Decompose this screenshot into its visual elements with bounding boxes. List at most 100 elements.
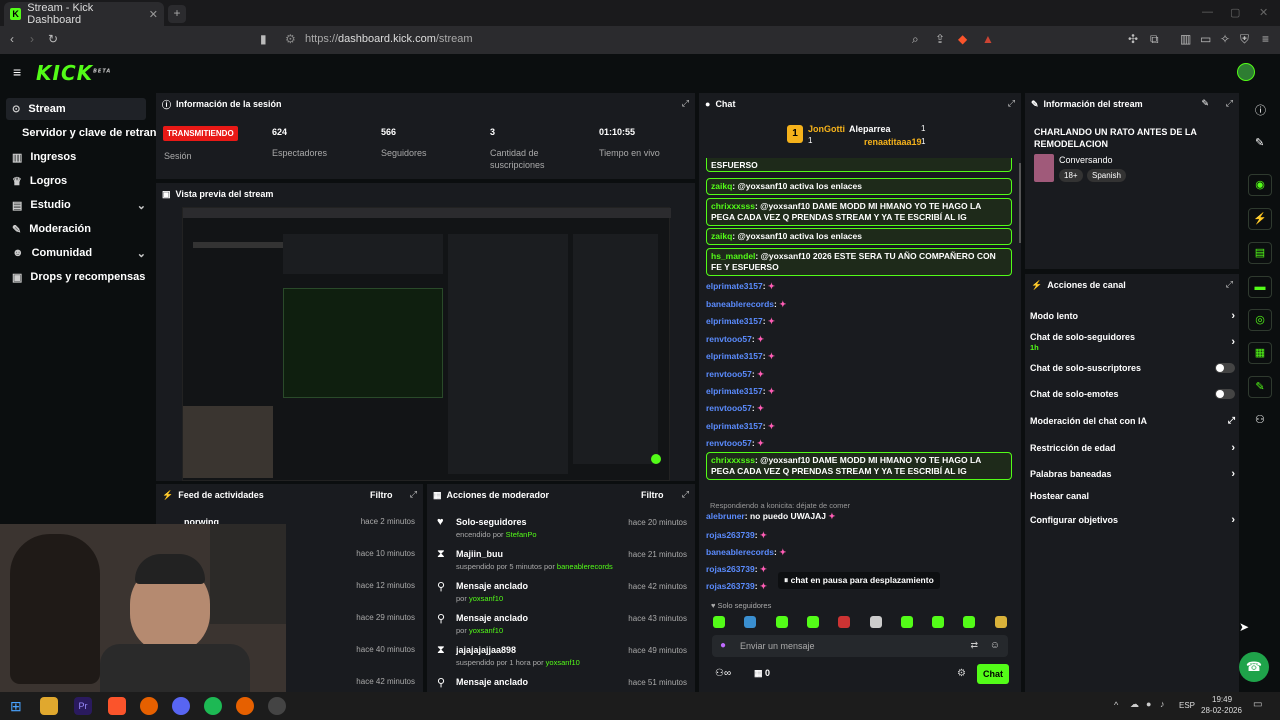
avatar[interactable] (1237, 63, 1255, 81)
expand-icon[interactable]: ⤢ (1008, 98, 1015, 109)
chat-bubble-icon[interactable]: ▬ (1248, 276, 1272, 298)
mic-icon[interactable]: ● (1146, 699, 1151, 709)
chat-message[interactable]: elprimate3157: ✦ (706, 316, 775, 327)
vpn-icon[interactable]: ⛨ (1240, 32, 1249, 47)
chat-message[interactable]: renvtooo57: ✦ (706, 403, 764, 414)
camera-icon[interactable]: ◉ (1248, 174, 1272, 196)
channel-action-item[interactable]: Restricción de edad › (1030, 442, 1235, 454)
expand-icon[interactable]: ⤢ (410, 489, 417, 500)
top-gifter-2[interactable]: Aleparrea (849, 124, 891, 134)
expand-icon[interactable]: ⤢ (1226, 279, 1233, 290)
chat-username[interactable]: renvtooo57 (706, 403, 752, 413)
sidebar-item-stream[interactable]: ⊙ Stream (6, 98, 146, 120)
chat-message[interactable]: elprimate3157: ✦ (706, 386, 775, 397)
sidebar-item-moderacion[interactable]: ✎ Moderación (6, 218, 146, 240)
chat-message[interactable]: elprimate3157: ✦ (706, 351, 775, 362)
settings-icon[interactable]: ⚙ (957, 668, 966, 679)
clock-date[interactable]: 28-02-2026 (1201, 706, 1242, 715)
mod-username[interactable]: yoxsanf10 (546, 658, 580, 667)
channel-action-item[interactable]: Modo lento › (1030, 310, 1235, 322)
url-field[interactable]: https://dashboard.kick.com/stream (305, 33, 473, 45)
chat-username[interactable]: chrixxxsss (711, 201, 755, 211)
sidebar-toggle-icon[interactable]: ▥ (1180, 32, 1191, 46)
mic-icon[interactable]: ● (720, 640, 726, 651)
emote-icon[interactable] (994, 616, 1007, 628)
brave-icon[interactable] (108, 697, 126, 715)
mod-username[interactable]: StefanPo (506, 530, 537, 539)
forward-icon[interactable]: › (30, 32, 34, 46)
language-indicator[interactable]: ESP (1179, 701, 1195, 710)
chat-message[interactable]: rojas263739: ✦ (706, 564, 767, 575)
volume-icon[interactable]: ♪ (1160, 699, 1165, 709)
top-gifter-3[interactable]: renaatitaaa19 (864, 137, 922, 147)
brave-shield-icon[interactable]: ◆ (958, 32, 967, 46)
sidebar-item-logros[interactable]: ♛ Logros (6, 170, 146, 192)
chat-username[interactable]: rojas263739 (706, 581, 755, 591)
sidebar-item-estudio[interactable]: ▤ Estudio ⌄ (6, 194, 146, 216)
support-chat-button[interactable]: ☎ (1239, 652, 1269, 682)
emote-icon[interactable] (713, 616, 725, 628)
emote-icon[interactable] (838, 616, 851, 628)
chat-message[interactable]: ESFUERSO (706, 158, 1012, 172)
chat-username[interactable]: elprimate3157 (706, 281, 763, 291)
chat-message[interactable]: renvtooo57: ✦ (706, 369, 764, 380)
chat-message[interactable]: zaikq: @yoxsanf10 activa los enlaces (706, 228, 1012, 245)
chat-username[interactable]: chrixxxsss (711, 455, 755, 465)
spotify-icon[interactable] (204, 697, 222, 715)
chat-username[interactable]: rojas263739 (706, 530, 755, 540)
mod-action-row[interactable]: ⧗ Majiin_buu hace 21 minutos suspendido por… (427, 546, 695, 578)
wallet-icon[interactable]: ▭ (1200, 32, 1211, 46)
kick-logo[interactable]: KICKBETA (36, 61, 111, 85)
expand-icon[interactable]: ⤢ (682, 98, 689, 109)
chat-username[interactable]: renvtooo57 (706, 369, 752, 379)
mod-action-row[interactable]: ♥ Solo-seguidores hace 20 minutos encendido… (427, 514, 695, 546)
obs-icon[interactable] (268, 697, 286, 715)
filter-button[interactable]: Filtro (641, 490, 664, 500)
chat-username[interactable]: elprimate3157 (706, 421, 763, 431)
wrench-icon[interactable]: ✎ (1248, 376, 1272, 398)
channel-action-item[interactable]: Chat de solo-emotes (1030, 389, 1235, 399)
network-icon[interactable]: ☁ (1130, 699, 1139, 710)
bolt-icon[interactable]: ⚡ (1248, 208, 1272, 230)
points-icon[interactable]: ⚇∞ (715, 668, 731, 679)
share-icon[interactable]: ⇪ (935, 32, 945, 46)
chat-username[interactable]: elprimate3157 (706, 351, 763, 361)
top-gifter-1[interactable]: JonGotti (808, 124, 845, 134)
toggle-switch[interactable] (1215, 389, 1235, 399)
chat-username[interactable]: zaikq (711, 231, 732, 241)
mod-username[interactable]: yoxsanf10 (469, 626, 503, 635)
emote-icon[interactable] (806, 616, 819, 628)
chat-message[interactable]: renvtooo57: ✦ (706, 438, 764, 449)
share-icon[interactable]: ⚇ (1255, 413, 1265, 426)
mod-action-row[interactable]: ⚲ Mensaje anclado hace 42 minutos por yoxsa… (427, 578, 695, 610)
chat-message[interactable]: elprimate3157: ✦ (706, 421, 775, 432)
chat-message[interactable]: rojas263739: ✦ (706, 581, 767, 592)
premiere-icon[interactable]: Pr (74, 697, 92, 715)
chat-message[interactable]: rojas263739: ✦ (706, 530, 767, 541)
rewards-icon[interactable]: ▲ (982, 32, 994, 46)
emote-icon[interactable] (869, 616, 882, 628)
category-name[interactable]: Conversando (1059, 155, 1113, 165)
emote-icon[interactable] (775, 616, 788, 628)
pencil-icon[interactable]: ✎ (1255, 136, 1264, 149)
expand-icon[interactable]: ⤢ (682, 489, 689, 500)
clock-time[interactable]: 19:49 (1212, 695, 1232, 704)
chat-scrollbar[interactable] (1019, 163, 1021, 243)
maximize-icon[interactable]: ▢ (1230, 6, 1240, 19)
chat-username[interactable]: alebruner (706, 511, 745, 521)
channel-action-item[interactable]: Chat de solo-seguidores 1h › (1030, 332, 1235, 352)
chat-message[interactable]: alebruner: no puedo UWAJAJ ✦ (706, 511, 835, 522)
toggle-switch[interactable] (1215, 363, 1235, 373)
mod-username[interactable]: baneablerecords (557, 562, 613, 571)
chat-message[interactable]: hs_mandel: @yoxsanf10 2026 ESTE SERA TU … (706, 248, 1012, 276)
browser-tab[interactable]: K Stream - Kick Dashboard ✕ (4, 2, 164, 26)
chat-username[interactable]: hs_mandel (711, 251, 755, 261)
minimize-icon[interactable]: — (1202, 6, 1213, 18)
chat-paused-banner[interactable]: ⏸ chat en pausa para desplazamiento (778, 572, 940, 589)
channel-action-item[interactable]: Chat de solo-suscriptores (1030, 363, 1235, 373)
new-tab-button[interactable]: + (168, 5, 186, 23)
menu-icon[interactable]: ≡ (1262, 32, 1269, 46)
emote-icon[interactable] (963, 616, 976, 628)
site-info-icon[interactable]: ⚙ (285, 32, 296, 46)
chat-message[interactable]: chrixxxsss: @yoxsanf10 DAME MODD MI HMAN… (706, 198, 1012, 226)
